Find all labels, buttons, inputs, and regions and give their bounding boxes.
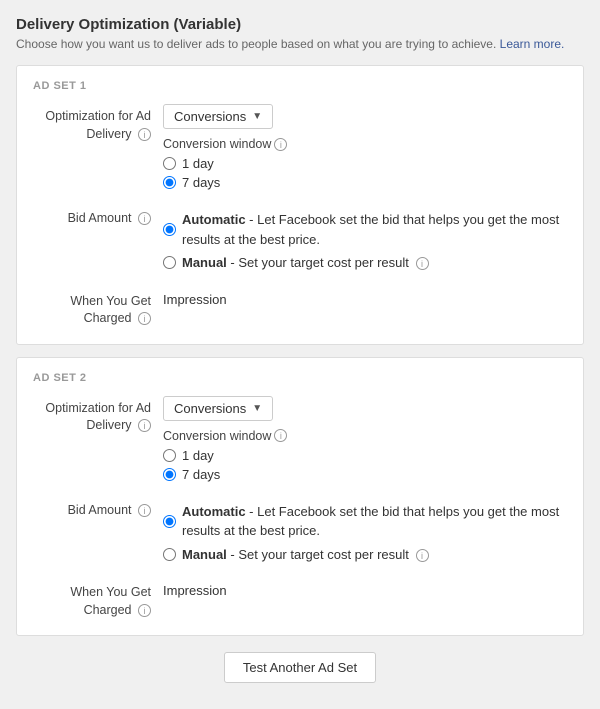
test-another-adset-button[interactable]: Test Another Ad Set bbox=[224, 652, 376, 683]
adset2-manual-text: Manual - Set your target cost per result… bbox=[182, 547, 429, 562]
adset2-1day-label[interactable]: 1 day bbox=[182, 448, 214, 463]
adset2-optimization-row: Optimization for Ad Delivery i Conversio… bbox=[33, 396, 567, 486]
adset2-bid-control: Automatic - Let Facebook set the bid tha… bbox=[163, 498, 567, 569]
page-subtitle: Choose how you want us to deliver ads to… bbox=[16, 37, 584, 51]
adset2-conversion-window-group: 1 day 7 days bbox=[163, 448, 567, 482]
adset2-manual-info-icon[interactable]: i bbox=[416, 549, 429, 562]
adset1-optimization-label: Optimization for Ad Delivery i bbox=[33, 104, 163, 143]
adset1-manual-info-icon[interactable]: i bbox=[416, 257, 429, 270]
adset1-charged-label: When You Get Charged i bbox=[33, 289, 163, 328]
adset1-optimization-control: Conversions ▼ Conversion window i 1 day bbox=[163, 104, 567, 194]
adset1-manual-text: Manual - Set your target cost per result… bbox=[182, 255, 429, 270]
adset2-charged-value: Impression bbox=[163, 580, 567, 598]
adset2-charged-row: When You Get Charged i Impression bbox=[33, 580, 567, 619]
adset2-optimization-info-icon[interactable]: i bbox=[138, 419, 151, 432]
adset2-charged-control: Impression bbox=[163, 580, 567, 598]
adset2-manual-radio[interactable] bbox=[163, 548, 176, 561]
page-title: Delivery Optimization (Variable) bbox=[16, 16, 584, 33]
adset1-label: AD SET 1 bbox=[33, 80, 567, 92]
adset2-optimization-label: Optimization for Ad Delivery i bbox=[33, 396, 163, 435]
adset2-manual-label[interactable]: Manual - Set your target cost per result… bbox=[182, 545, 429, 565]
adset2-card: AD SET 2 Optimization for Ad Delivery i … bbox=[16, 357, 584, 637]
adset2-optimization-control: Conversions ▼ Conversion window i 1 day bbox=[163, 396, 567, 486]
adset2-bid-info-icon[interactable]: i bbox=[138, 504, 151, 517]
adset1-automatic-radio[interactable] bbox=[163, 223, 176, 236]
adset2-automatic-label[interactable]: Automatic - Let Facebook set the bid tha… bbox=[182, 502, 567, 541]
adset1-1day-label[interactable]: 1 day bbox=[182, 156, 214, 171]
adset2-charged-info-icon[interactable]: i bbox=[138, 604, 151, 617]
adset1-bid-row: Bid Amount i Automatic - Let Facebook se… bbox=[33, 206, 567, 277]
adset2-1day-radio[interactable] bbox=[163, 449, 176, 462]
adset1-automatic-label[interactable]: Automatic - Let Facebook set the bid tha… bbox=[182, 210, 567, 249]
adset1-optimization-dropdown[interactable]: Conversions ▼ bbox=[163, 104, 273, 129]
subtitle-text: Choose how you want us to deliver ads to… bbox=[16, 37, 496, 51]
adset1-conv-window-info-icon[interactable]: i bbox=[274, 138, 287, 151]
adset2-bid-label: Bid Amount i bbox=[33, 498, 163, 520]
adset1-charged-info-icon[interactable]: i bbox=[138, 312, 151, 325]
adset2-conv-window-info-icon[interactable]: i bbox=[274, 429, 287, 442]
adset1-automatic-text: Automatic - Let Facebook set the bid tha… bbox=[182, 212, 559, 247]
adset1-manual-item: Manual - Set your target cost per result… bbox=[163, 253, 567, 273]
adset1-7days-label[interactable]: 7 days bbox=[182, 175, 220, 190]
adset1-1day-item: 1 day bbox=[163, 156, 567, 171]
adset1-manual-label[interactable]: Manual - Set your target cost per result… bbox=[182, 253, 429, 273]
adset2-automatic-text: Automatic - Let Facebook set the bid tha… bbox=[182, 504, 559, 539]
page-wrapper: Delivery Optimization (Variable) Choose … bbox=[0, 0, 600, 709]
adset1-conversion-window-group: 1 day 7 days bbox=[163, 156, 567, 190]
adset1-bid-control: Automatic - Let Facebook set the bid tha… bbox=[163, 206, 567, 277]
adset1-card: AD SET 1 Optimization for Ad Delivery i … bbox=[16, 65, 584, 345]
adset2-automatic-radio[interactable] bbox=[163, 515, 176, 528]
adset1-bid-group: Automatic - Let Facebook set the bid tha… bbox=[163, 210, 567, 273]
adset1-7days-item: 7 days bbox=[163, 175, 567, 190]
adset1-bid-label: Bid Amount i bbox=[33, 206, 163, 228]
adset2-manual-item: Manual - Set your target cost per result… bbox=[163, 545, 567, 565]
adset2-bid-row: Bid Amount i Automatic - Let Facebook se… bbox=[33, 498, 567, 569]
adset1-7days-radio[interactable] bbox=[163, 176, 176, 189]
adset1-charged-control: Impression bbox=[163, 289, 567, 307]
adset2-optimization-dropdown[interactable]: Conversions ▼ bbox=[163, 396, 273, 421]
adset2-7days-label[interactable]: 7 days bbox=[182, 467, 220, 482]
adset2-7days-radio[interactable] bbox=[163, 468, 176, 481]
adset1-1day-radio[interactable] bbox=[163, 157, 176, 170]
adset1-automatic-item: Automatic - Let Facebook set the bid tha… bbox=[163, 210, 567, 249]
adset2-dropdown-arrow-icon: ▼ bbox=[252, 403, 262, 414]
adset2-7days-item: 7 days bbox=[163, 467, 567, 482]
adset2-conversion-window-label: Conversion window i bbox=[163, 429, 567, 443]
adset2-charged-label: When You Get Charged i bbox=[33, 580, 163, 619]
adset2-automatic-item: Automatic - Let Facebook set the bid tha… bbox=[163, 502, 567, 541]
adset2-1day-item: 1 day bbox=[163, 448, 567, 463]
adset1-charged-row: When You Get Charged i Impression bbox=[33, 289, 567, 328]
adset2-label: AD SET 2 bbox=[33, 372, 567, 384]
adset1-manual-radio[interactable] bbox=[163, 256, 176, 269]
adset1-bid-info-icon[interactable]: i bbox=[138, 212, 151, 225]
adset1-conversion-window-label: Conversion window i bbox=[163, 137, 567, 151]
learn-more-link[interactable]: Learn more. bbox=[500, 37, 565, 51]
adset1-optimization-info-icon[interactable]: i bbox=[138, 128, 151, 141]
adset1-charged-value: Impression bbox=[163, 289, 567, 307]
adset2-bid-group: Automatic - Let Facebook set the bid tha… bbox=[163, 502, 567, 565]
adset1-dropdown-arrow-icon: ▼ bbox=[252, 111, 262, 122]
adset1-optimization-row: Optimization for Ad Delivery i Conversio… bbox=[33, 104, 567, 194]
footer-btn-row: Test Another Ad Set bbox=[16, 648, 584, 693]
